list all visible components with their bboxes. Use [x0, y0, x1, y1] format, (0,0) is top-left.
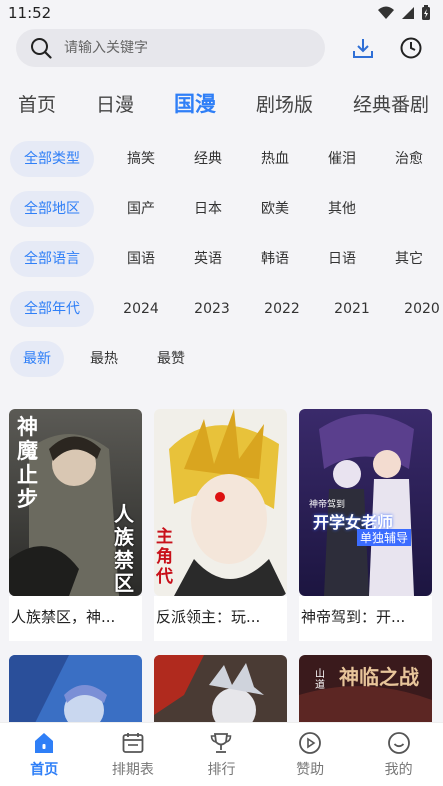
sort-hottest[interactable]: 最热: [64, 341, 144, 377]
filter-language-all[interactable]: 全部语言: [10, 241, 94, 277]
calendar-icon: [122, 732, 144, 753]
search-icon: [31, 38, 52, 59]
sort-latest[interactable]: 最新: [10, 341, 64, 377]
filter-type-option[interactable]: 经典: [180, 141, 236, 177]
battery-icon: [422, 5, 430, 20]
filter-language-option[interactable]: 英语: [180, 241, 236, 277]
filter-year-option[interactable]: 2021: [324, 291, 380, 327]
nav-label: 排行: [207, 761, 236, 778]
filter-row-sort: 最新 最热 最赞: [0, 340, 443, 378]
comic-title[interactable]: 神帝驾到：开...: [299, 596, 432, 641]
comic-card[interactable]: 神帝驾到 开学女老师 单独辅导 神帝驾到：开...: [299, 409, 432, 641]
filter-type-option[interactable]: 热血: [247, 141, 303, 177]
nav-home[interactable]: 首页: [9, 731, 79, 779]
top-actions: [351, 36, 427, 60]
filter-language-option[interactable]: 国语: [102, 241, 180, 277]
status-time: 11:52: [8, 4, 52, 22]
status-icons: [377, 5, 431, 21]
sort-most-liked[interactable]: 最赞: [144, 341, 198, 377]
cover-text: 主角代: [156, 527, 173, 587]
comic-cover[interactable]: 神魔止步 人族禁区: [9, 409, 142, 596]
history-icon[interactable]: [399, 36, 423, 60]
nav-schedule[interactable]: 排期表: [98, 731, 168, 779]
filter-year-option[interactable]: 2022: [254, 291, 310, 327]
comic-title[interactable]: 反派领主：玩...: [154, 596, 287, 641]
filter-year-all[interactable]: 全部年代: [10, 291, 94, 327]
download-icon[interactable]: [351, 36, 375, 60]
comic-grid: 神魔止步 人族禁区 人族禁区，神... 主角代 反派领主：玩... 神帝驾到 开…: [0, 409, 443, 641]
trophy-icon: [211, 732, 232, 753]
nav-profile[interactable]: 我的: [364, 731, 434, 779]
filter-region-option[interactable]: 国产: [102, 191, 180, 227]
cover-text: 单独辅导: [357, 529, 412, 546]
filter-row-language: 全部语言 国语 英语 韩语 日语 其它: [0, 240, 443, 278]
cover-text: 神临之战: [339, 665, 419, 689]
filter-year-option[interactable]: 2023: [184, 291, 240, 327]
filter-type-all[interactable]: 全部类型: [10, 141, 94, 177]
filter-year-option[interactable]: 2024: [102, 291, 180, 327]
play-circle-icon: [299, 731, 321, 754]
search-box[interactable]: [16, 29, 325, 67]
filter-language-option[interactable]: 韩语: [247, 241, 303, 277]
tab-classic-series[interactable]: 经典番剧: [353, 90, 429, 117]
cover-text: 人族禁区: [114, 502, 134, 595]
category-tabs: 首页 日漫 国漫 剧场版 经典番剧: [0, 80, 443, 126]
search-row: [0, 28, 443, 68]
filter-language-option[interactable]: 日语: [314, 241, 370, 277]
filter-region-option[interactable]: 日本: [180, 191, 236, 227]
comic-title[interactable]: 人族禁区，神...: [9, 596, 142, 641]
comic-card[interactable]: 主角代 反派领主：玩...: [154, 409, 287, 641]
cover-text: 神魔止步: [17, 414, 38, 511]
filter-type-option[interactable]: 搞笑: [102, 141, 180, 177]
nav-label: 首页: [30, 761, 59, 778]
filter-row-year: 全部年代 2024 2023 2022 2021 2020: [0, 290, 443, 328]
filter-region-option[interactable]: 欧美: [247, 191, 303, 227]
tab-theatrical[interactable]: 剧场版: [256, 90, 313, 117]
filter-panel: 全部类型 搞笑 经典 热血 催泪 治愈 全部地区 国产 日本 欧美 其他 全部语…: [0, 140, 443, 378]
filter-region-option[interactable]: 其他: [314, 191, 370, 227]
filter-row-region: 全部地区 国产 日本 欧美 其他: [0, 190, 443, 228]
filter-type-option[interactable]: 催泪: [314, 141, 370, 177]
search-input[interactable]: [64, 40, 284, 56]
nav-label: 赞助: [296, 761, 325, 778]
comic-cover[interactable]: 主角代: [154, 409, 287, 596]
signal-icon: [402, 7, 414, 19]
nav-label: 我的: [384, 761, 413, 778]
wifi-icon: [378, 6, 394, 19]
nav-label: 排期表: [111, 761, 154, 778]
tab-home[interactable]: 首页: [18, 90, 56, 117]
bottom-nav: 首页 排期表 排行 赞助 我的: [0, 722, 443, 786]
smile-icon: [387, 731, 410, 754]
filter-year-option[interactable]: 2020: [394, 291, 443, 327]
filter-row-type: 全部类型 搞笑 经典 热血 催泪 治愈: [0, 140, 443, 178]
cover-text: 山道: [315, 669, 325, 691]
tab-chinese-anime[interactable]: 国漫: [174, 88, 216, 118]
home-icon: [35, 732, 54, 753]
status-bar: 11:52: [0, 0, 443, 26]
filter-type-option[interactable]: 治愈: [381, 141, 437, 177]
filter-region-all[interactable]: 全部地区: [10, 191, 94, 227]
nav-ranking[interactable]: 排行: [186, 731, 256, 779]
filter-language-option[interactable]: 其它: [381, 241, 437, 277]
comic-card[interactable]: 神魔止步 人族禁区 人族禁区，神...: [9, 409, 142, 641]
nav-sponsor[interactable]: 赞助: [275, 731, 345, 779]
tab-japanese-anime[interactable]: 日漫: [96, 90, 134, 117]
comic-cover[interactable]: 神帝驾到 开学女老师 单独辅导: [299, 409, 432, 596]
